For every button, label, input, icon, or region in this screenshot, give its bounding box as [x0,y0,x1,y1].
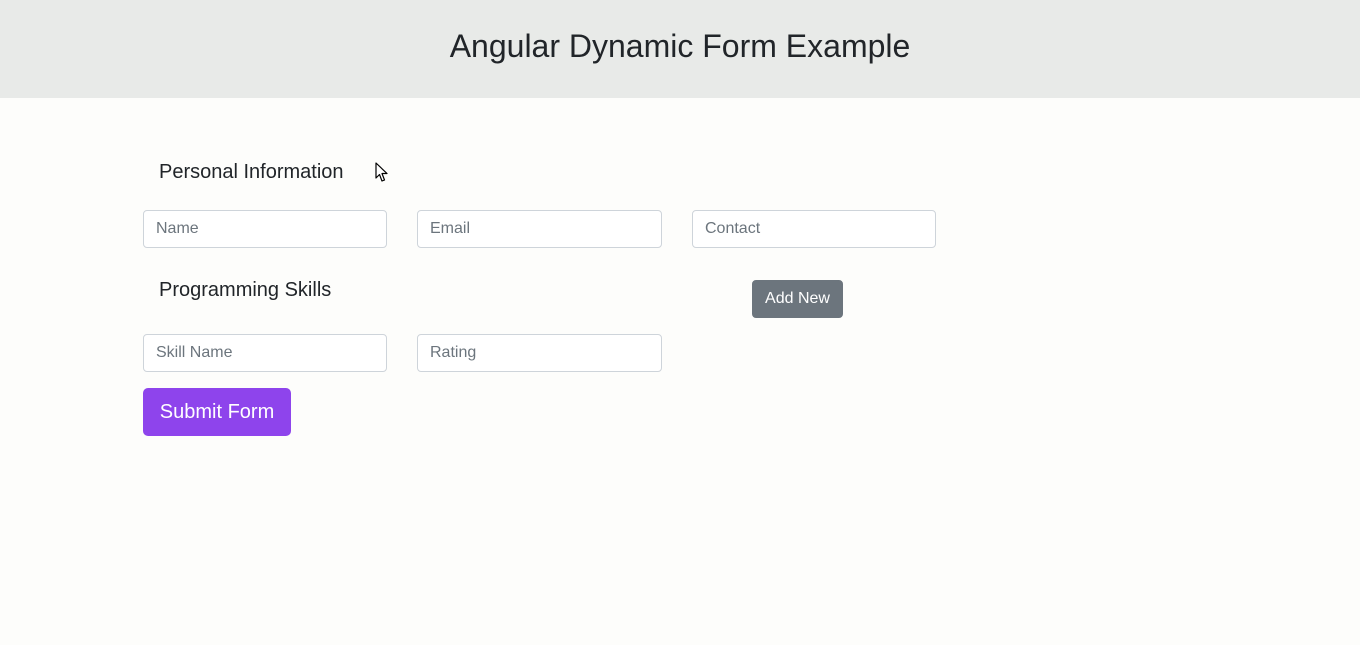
mouse-pointer-icon [375,162,388,182]
programming-skills-title: Programming Skills [159,279,332,301]
page-header: Angular Dynamic Form Example [0,0,1360,98]
email-input[interactable] [417,210,662,248]
contact-input[interactable] [692,210,936,248]
skill-name-input[interactable] [143,334,387,372]
page-title: Angular Dynamic Form Example [449,28,911,64]
rating-input[interactable] [417,334,662,372]
submit-form-button[interactable]: Submit Form [143,388,291,436]
name-input[interactable] [143,210,387,248]
add-new-skill-button[interactable]: Add New [752,280,843,318]
personal-info-title: Personal Information [159,161,344,183]
